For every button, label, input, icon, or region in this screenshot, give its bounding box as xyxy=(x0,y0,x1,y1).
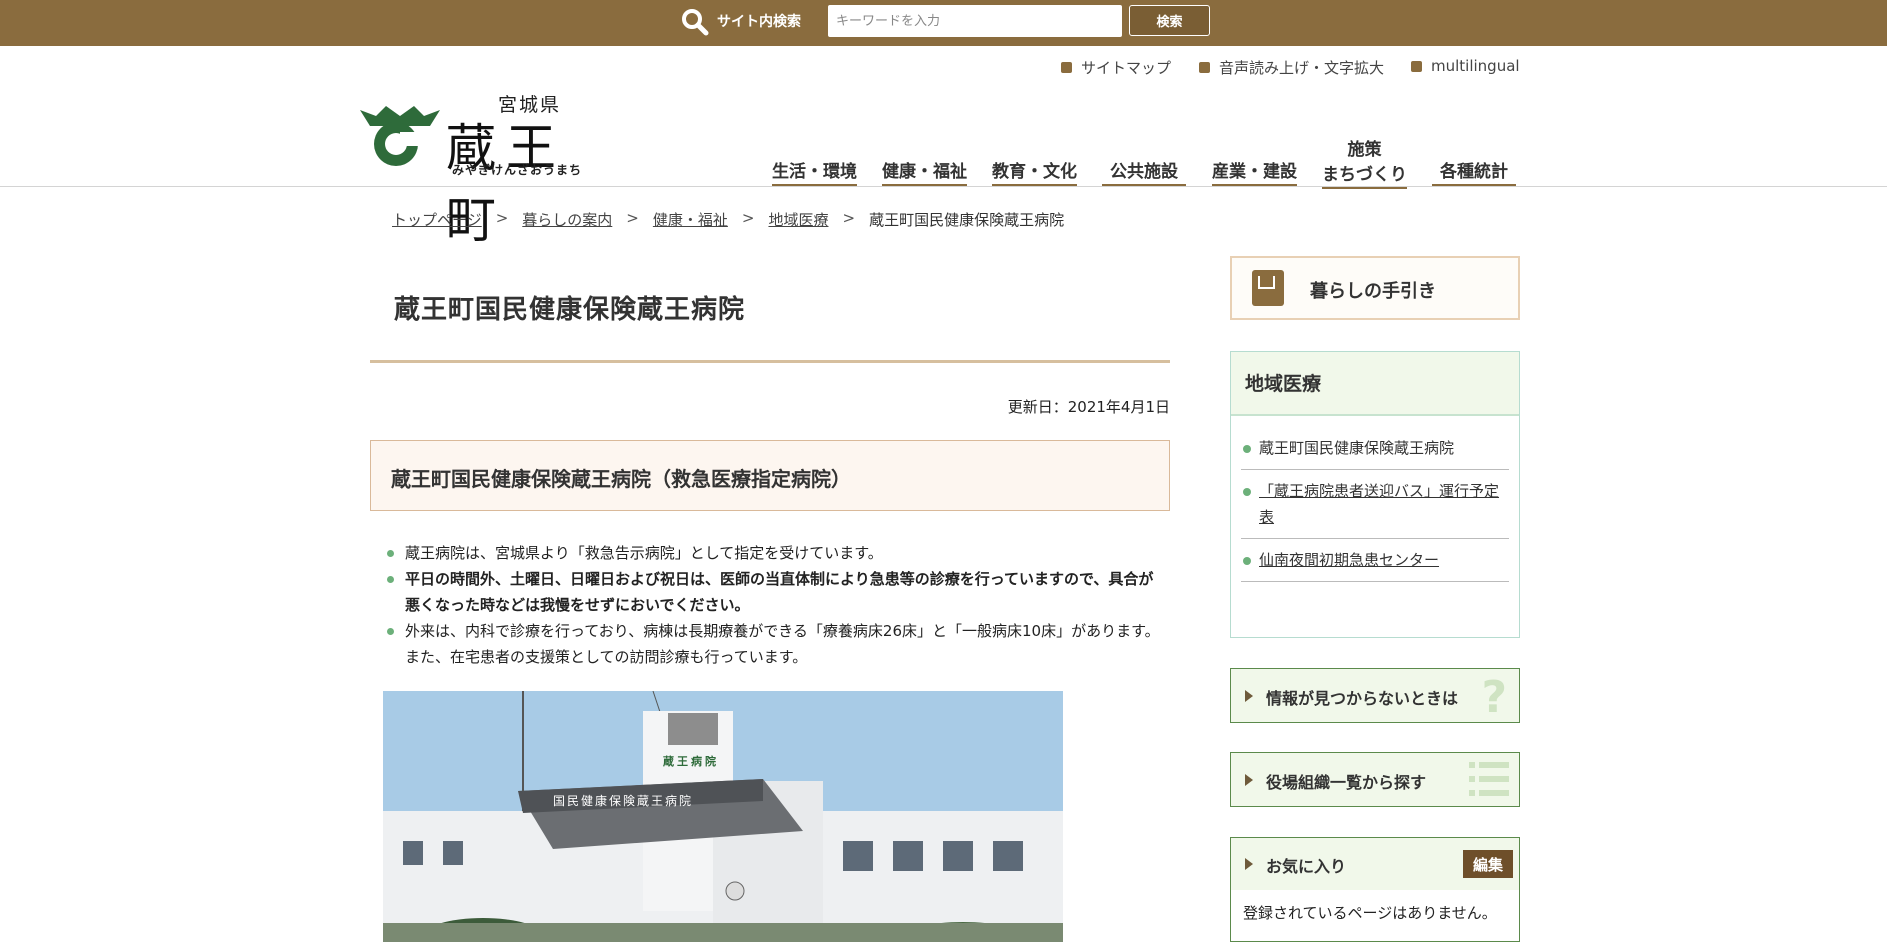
hospital-photo: 蔵王病院 国民健康保険蔵王病院 xyxy=(383,691,1063,942)
site-logo[interactable]: 宮城県 蔵王町 みやぎけんざおうまち xyxy=(360,88,620,249)
tower-sign: 蔵王病院 xyxy=(663,754,719,768)
list-item: 仙南夜間初期急患センター xyxy=(1241,539,1509,582)
list-item: 蔵王病院は、宮城県より「救急告示病院」として指定を受けています。 xyxy=(385,540,1165,566)
square-bullet-icon xyxy=(1199,62,1210,73)
breadcrumb-top[interactable]: トップページ xyxy=(392,209,482,230)
breadcrumb-living-guide[interactable]: 暮らしの案内 xyxy=(522,209,612,230)
section-heading-box: 蔵王町国民健康保険蔵王病院（救急医療指定病院） xyxy=(370,440,1170,511)
living-guide-box[interactable]: 暮らしの手引き xyxy=(1230,256,1520,320)
building-sign: 国民健康保険蔵王病院 xyxy=(553,793,693,808)
favorites-box: お気に入り 編集 登録されているページはありません。 xyxy=(1230,837,1520,942)
nav-statistics[interactable]: 各種統計 xyxy=(1432,157,1516,186)
triangle-right-icon xyxy=(1245,774,1253,786)
not-found-label: 情報が見つからないときは xyxy=(1266,689,1459,708)
top-search-bar: サイト内検索 検索 xyxy=(0,0,1887,46)
night-emergency-center-link[interactable]: 仙南夜間初期急患センター xyxy=(1259,551,1439,569)
nav-label: 各種統計 xyxy=(1440,162,1508,182)
local-medical-box: 地域医療 蔵王町国民健康保険蔵王病院 「蔵王病院患者送迎バス」運行予定表 仙南夜… xyxy=(1230,351,1520,638)
breadcrumb-separator: > xyxy=(842,209,856,227)
local-medical-list: 蔵王町国民健康保険蔵王病院 「蔵王病院患者送迎バス」運行予定表 仙南夜間初期急患… xyxy=(1241,427,1509,582)
list-item: 外来は、内科で診療を行っており、病棟は長期療養ができる「療養病床26床」と「一般… xyxy=(385,618,1165,670)
search-label: サイト内検索 xyxy=(717,14,801,30)
list-icon xyxy=(1469,762,1509,796)
square-bullet-icon xyxy=(1411,60,1422,72)
list-item: 「蔵王病院患者送迎バス」運行予定表 xyxy=(1241,470,1509,539)
breadcrumb-local-medical[interactable]: 地域医療 xyxy=(768,209,828,230)
town-emblem-icon xyxy=(360,106,440,166)
list-item: 蔵王町国民健康保険蔵王病院 xyxy=(1241,427,1509,470)
search-icon xyxy=(682,9,709,36)
section-heading: 蔵王町国民健康保険蔵王病院（救急医療指定病院） xyxy=(391,467,851,491)
list-item: 平日の時間外、土曜日、日曜日および祝日は、医師の当直体制により急患等の診療を行っ… xyxy=(385,566,1165,618)
nav-label-top: 施策 xyxy=(1347,140,1382,160)
nav-label: まちづくり xyxy=(1322,165,1407,185)
breadcrumb-separator: > xyxy=(626,209,639,227)
nav-life-environment[interactable]: 生活・環境 xyxy=(772,157,857,186)
breadcrumb-current: 蔵王町国民健康保険蔵王病院 xyxy=(869,211,1065,229)
living-guide-label: 暮らしの手引き xyxy=(1310,281,1436,302)
breadcrumb-health-welfare[interactable]: 健康・福祉 xyxy=(653,209,728,230)
nav-label: 健康・福祉 xyxy=(882,162,967,182)
nav-label: 産業・建設 xyxy=(1212,162,1297,182)
favorites-edit-button[interactable]: 編集 xyxy=(1463,850,1513,878)
nav-industry-construction[interactable]: 産業・建設 xyxy=(1212,157,1297,186)
breadcrumb: トップページ > 暮らしの案内 > 健康・福祉 > 地域医療 > 蔵王町国民健康… xyxy=(392,209,1064,230)
triangle-right-icon xyxy=(1245,690,1253,702)
bus-schedule-link[interactable]: 「蔵王病院患者送迎バス」運行予定表 xyxy=(1259,482,1499,526)
local-medical-current: 蔵王町国民健康保険蔵王病院 xyxy=(1259,439,1455,457)
title-underline xyxy=(370,360,1170,363)
updated-date: 更新日：2021年4月1日 xyxy=(1007,398,1170,416)
nav-label: 生活・環境 xyxy=(772,162,857,182)
question-icon: ? xyxy=(1481,672,1507,723)
favorites-header: お気に入り 編集 xyxy=(1231,838,1519,890)
not-found-button[interactable]: 情報が見つからないときは ? xyxy=(1230,668,1520,723)
nav-education-culture[interactable]: 教育・文化 xyxy=(992,157,1077,186)
page-title: 蔵王町国民健康保険蔵王病院 xyxy=(394,295,746,325)
sitemap-link[interactable]: サイトマップ xyxy=(1061,57,1171,78)
breadcrumb-separator: > xyxy=(741,209,755,227)
voice-zoom-label: 音声読み上げ・文字拡大 xyxy=(1219,59,1385,77)
favorites-empty-text: 登録されているページはありません。 xyxy=(1243,904,1497,922)
nav-policy-town[interactable]: 施策 まちづくり xyxy=(1322,135,1407,189)
search-button[interactable]: 検索 xyxy=(1129,5,1210,36)
square-bullet-icon xyxy=(1061,62,1072,73)
breadcrumb-separator: > xyxy=(495,209,509,227)
info-list: 蔵王病院は、宮城県より「救急告示病院」として指定を受けています。 平日の時間外、… xyxy=(385,540,1165,670)
town-kana: みやぎけんざおうまち xyxy=(452,163,583,177)
sitemap-label: サイトマップ xyxy=(1081,59,1172,77)
nav-public-facilities[interactable]: 公共施設 xyxy=(1102,157,1186,186)
multilingual-label: multilingual xyxy=(1431,57,1520,75)
nav-label: 教育・文化 xyxy=(992,162,1077,182)
triangle-right-icon xyxy=(1245,858,1253,870)
local-medical-header: 地域医療 xyxy=(1231,352,1519,416)
local-medical-title: 地域医療 xyxy=(1245,373,1322,395)
voice-zoom-link[interactable]: 音声読み上げ・文字拡大 xyxy=(1199,57,1384,78)
town-name: 蔵王町 xyxy=(446,119,566,249)
org-list-label: 役場組織一覧から探す xyxy=(1266,773,1427,792)
book-icon xyxy=(1252,270,1284,306)
multilingual-link[interactable]: multilingual xyxy=(1411,57,1520,75)
nav-health-welfare[interactable]: 健康・福祉 xyxy=(882,157,967,186)
header-divider xyxy=(0,186,1887,187)
nav-label: 公共施設 xyxy=(1110,162,1178,182)
org-list-button[interactable]: 役場組織一覧から探す xyxy=(1230,752,1520,807)
favorites-title: お気に入り xyxy=(1266,857,1347,876)
search-input[interactable] xyxy=(828,5,1122,37)
